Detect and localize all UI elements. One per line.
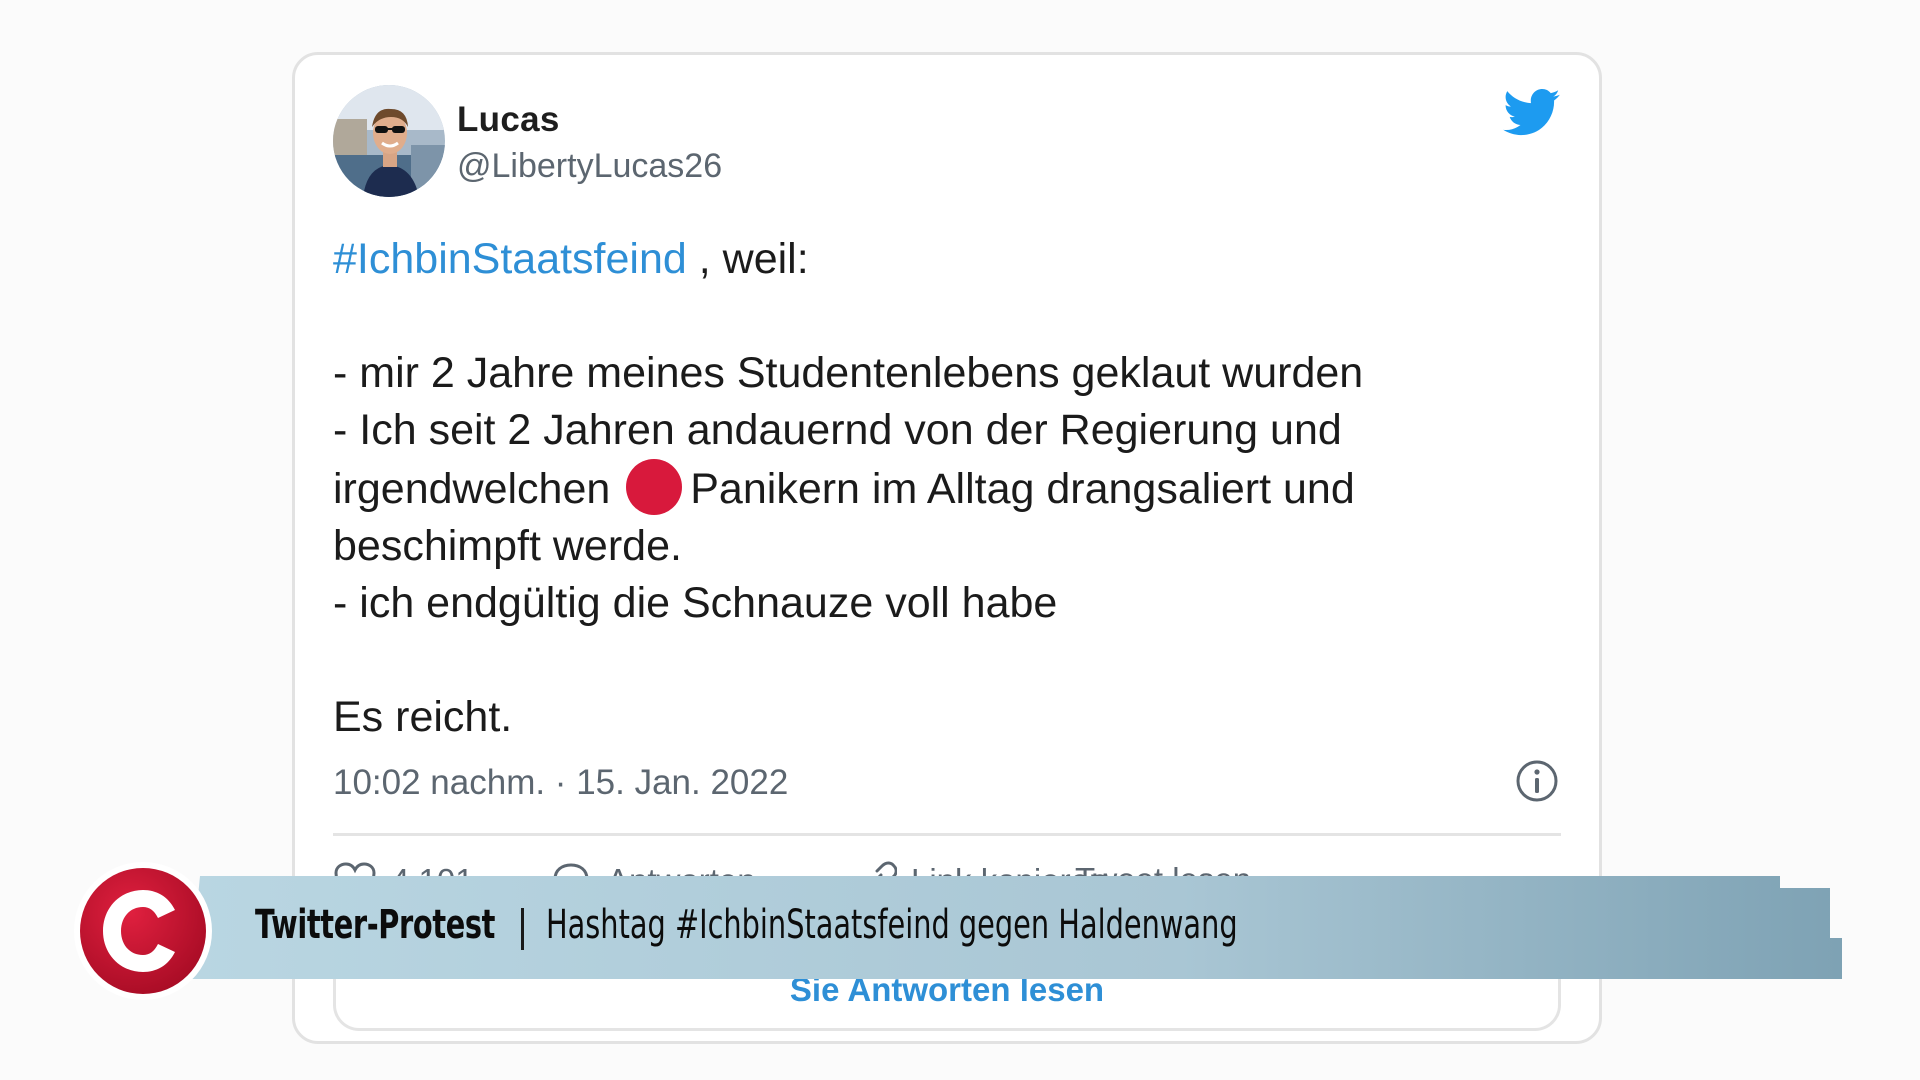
divider: [333, 833, 1561, 836]
tweet-intro-line: #IchbinStaatsfeind , weil:: [333, 231, 1533, 288]
channel-logo-icon: [74, 862, 212, 1000]
tweet-line: - mir 2 Jahre meines Studentenlebens gek…: [333, 349, 1364, 397]
hashtag-link[interactable]: #IchbinStaatsfeind: [333, 235, 687, 283]
tweet-line: irgendwelchen Panikern im Alltag drangsa…: [333, 459, 1533, 518]
tweet-text: #IchbinStaatsfeind , weil: - mir 2 Jahre…: [333, 231, 1533, 746]
display-name[interactable]: Lucas: [457, 100, 560, 140]
info-icon[interactable]: [1515, 759, 1559, 803]
tweet-timestamp[interactable]: 10:02 nachm. · 15. Jan. 2022: [333, 763, 788, 803]
read-replies-button[interactable]: Sie Antworten lesen: [333, 973, 1561, 1031]
tweet-line: - ich endgültig die Schnauze voll habe: [333, 579, 1058, 627]
tweet-line: - Ich seit 2 Jahren andauernd von der Re…: [333, 406, 1342, 454]
banner-separator: [521, 908, 524, 950]
tweet-line: beschimpft werde.: [333, 522, 682, 570]
banner-title: Twitter-Protest: [255, 902, 496, 948]
twitter-bird-icon: [1503, 89, 1560, 136]
tweet-line-start: irgendwelchen: [333, 465, 611, 513]
red-circle-emoji: [626, 459, 683, 515]
avatar[interactable]: [333, 85, 445, 197]
tweet-line-end: Panikern im Alltag drangsaliert und: [690, 465, 1355, 513]
tweet-intro-rest: , weil:: [686, 235, 809, 283]
tweet-closing: Es reicht.: [333, 693, 513, 741]
user-handle[interactable]: @LibertyLucas26: [457, 147, 722, 186]
banner-subtitle: Hashtag #IchbinStaatsfeind gegen Haldenw…: [546, 902, 1238, 948]
